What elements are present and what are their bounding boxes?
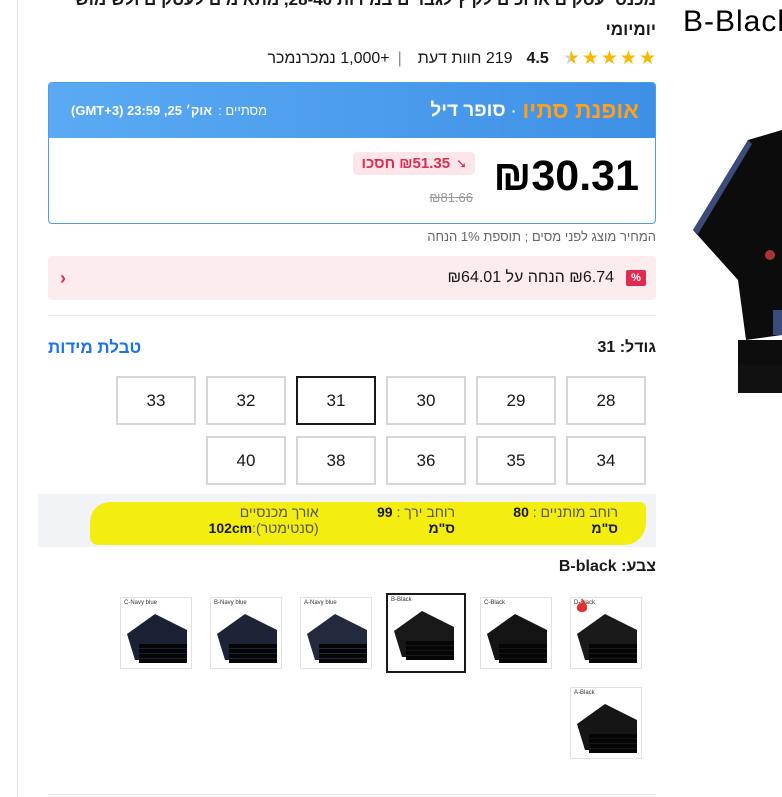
deal-dot: · — [511, 102, 517, 119]
price-card: אופנת סתיו · סופר דיל מסתיים : אוק׳ 25, … — [48, 82, 656, 224]
color-swatch[interactable]: B-Black — [386, 593, 466, 673]
coupon-banner[interactable]: % ₪6.74 הנחה על ₪64.01 ‹ — [48, 256, 656, 300]
size-header: גודל: 31 טבלת מידות — [48, 337, 656, 359]
swatch-label: A-Navy blue — [304, 600, 337, 606]
deal-ends-time: אוק׳ 25, 23:59 (GMT+3) — [71, 103, 213, 118]
savings-badge: ➘ ₪51.35 חסכו — [353, 152, 475, 175]
half-star-icon: ★ — [562, 48, 580, 69]
waist-measure: רוחב מותניים : 80 ס"מ — [483, 504, 618, 536]
color-swatch[interactable]: C-Navy blue — [120, 597, 192, 669]
color-swatch[interactable]: A-Navy blue — [300, 597, 372, 669]
product-title: מכנסי עסקים ארוכים לקיץ לגברים במידות 28… — [75, 0, 656, 39]
deal-label: אופנת סתיו · סופר דיל — [430, 97, 639, 124]
pants-thumbnail — [577, 614, 637, 663]
swatch-label: A-Black — [574, 690, 595, 696]
current-price: ₪30.31 — [493, 152, 639, 200]
thigh-label: רוחב ירך : — [396, 504, 456, 520]
gallery-image-title: B-Black — [683, 5, 782, 38]
length-measure: אורך מכנסיים (סנטימטר):102cm — [126, 504, 319, 536]
product-main-image[interactable] — [688, 130, 782, 395]
separator: | — [397, 50, 402, 67]
rating-stars[interactable]: ★ ★ ★ ★ ★ — [563, 49, 656, 69]
size-option[interactable]: 28 — [566, 376, 646, 425]
size-option[interactable]: 30 — [386, 376, 466, 425]
rating-value: 4.5 — [526, 50, 549, 67]
pants-thumbnail — [577, 704, 637, 753]
pants-thumbnail — [307, 614, 367, 663]
size-option[interactable]: 35 — [476, 436, 556, 485]
color-swatch[interactable]: B-Navy blue — [210, 597, 282, 669]
size-option[interactable]: 34 — [566, 436, 646, 485]
down-arrow-icon: ➘ — [456, 155, 467, 171]
deal-banner: אופנת סתיו · סופר דיל מסתיים : אוק׳ 25, … — [49, 83, 655, 138]
pants-thumbnail — [487, 614, 547, 663]
size-option[interactable]: 38 — [296, 436, 376, 485]
deal-name: סופר דיל — [430, 99, 506, 121]
color-swatches: D-Black C-Black B-Black A-Navy blue B-Navy b… — [102, 593, 642, 759]
length-value: 102cm — [208, 520, 253, 536]
color-label: צבע: B-black — [558, 558, 656, 575]
size-option[interactable]: 29 — [476, 376, 556, 425]
star-icon: ★ — [638, 48, 656, 69]
product-info-column: מכנסי עסקים ארוכים לקיץ לגברים במידות 28… — [38, 0, 656, 759]
tax-note: המחיר מוצג לפני מסים ; תוספת 1% הנחה — [427, 229, 656, 244]
star-icon: ★ — [581, 48, 599, 69]
bottom-divider — [48, 794, 656, 795]
size-option[interactable]: 33 — [116, 376, 196, 425]
size-option[interactable]: 36 — [386, 436, 466, 485]
pants-thumbnail — [217, 614, 277, 663]
color-swatch[interactable]: C-Black — [480, 597, 552, 669]
star-icon: ★ — [600, 48, 618, 69]
star-icon: ★ — [619, 48, 637, 69]
pants-thumbnail — [394, 611, 454, 660]
size-chart-link[interactable]: טבלת מידות — [48, 338, 141, 358]
swatch-label: C-Black — [484, 600, 506, 606]
size-option[interactable]: 32 — [206, 376, 286, 425]
rating-row: ★ ★ ★ ★ ★ 4.5 219 חוות דעת | +1,000 נמכר… — [48, 47, 656, 71]
swatch-label: B-Navy blue — [214, 600, 247, 606]
original-price: ₪81.66 — [429, 190, 473, 205]
swatch-label: B-Black — [391, 597, 412, 603]
size-option[interactable]: 31 — [296, 376, 376, 425]
color-swatch[interactable]: D-Black — [570, 597, 642, 669]
savings-text: ₪51.35 חסכו — [361, 155, 451, 172]
thigh-measure: רוחב ירך : 99 ס"מ — [347, 504, 455, 536]
deal-countdown: מסתיים : אוק׳ 25, 23:59 (GMT+3) — [71, 103, 267, 118]
left-divider — [17, 0, 18, 797]
size-label: גודל: 31 — [597, 339, 656, 356]
section-divider — [48, 315, 656, 316]
reviews-link[interactable]: 219 חוות דעת — [418, 50, 513, 68]
sold-count: +1,000 נמכרנמכר — [267, 50, 390, 67]
price-body: ₪30.31 ➘ ₪51.35 חסכו ₪81.66 — [49, 138, 655, 223]
size-option[interactable]: 40 — [206, 436, 286, 485]
size-options: 28 29 30 31 32 33 34 35 36 38 40 — [116, 376, 646, 485]
color-swatch[interactable]: A-Black — [570, 687, 642, 759]
coupon-tag-icon: % — [626, 270, 646, 286]
length-label: אורך מכנסיים (סנטימטר): — [239, 504, 319, 536]
deal-ends-label: מסתיים : — [218, 103, 268, 118]
chevron-left-icon[interactable]: ‹ — [60, 268, 66, 289]
measurements-row: רוחב מותניים : 80 ס"מ רוחב ירך : 99 ס"מ … — [98, 504, 618, 536]
waist-label: רוחב מותניים : — [532, 504, 618, 520]
pants-thumbnail — [127, 614, 187, 663]
coupon-text: ₪6.74 הנחה על ₪64.01 — [447, 269, 614, 286]
deal-brand: אופנת סתיו — [522, 97, 639, 123]
swatch-label: C-Navy blue — [124, 600, 158, 606]
